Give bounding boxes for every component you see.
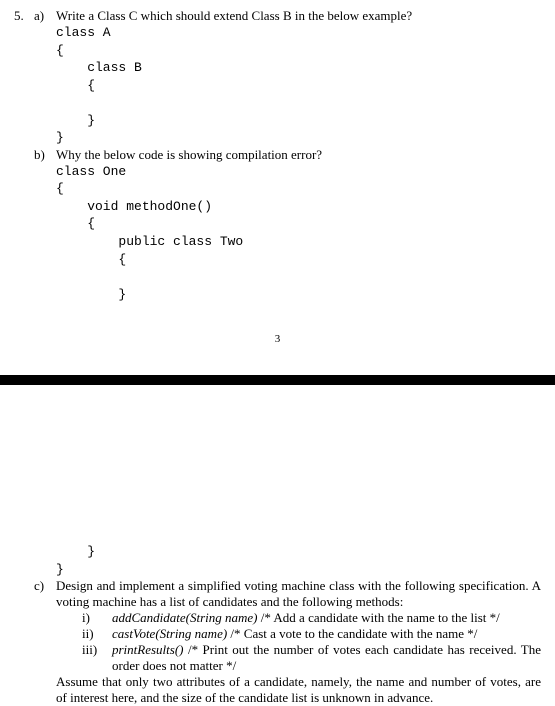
comment-ii: /* Cast a vote to the candidate with the… [227,626,477,641]
part-a-text: Write a Class C which should extend Clas… [56,8,541,24]
sub-content-iii: printResults() /* Print out the number o… [112,642,541,674]
part-b-letter: b) [34,147,56,163]
part-b-code-bottom: } } [56,543,541,578]
sub-item-iii: iii) printResults() /* Print out the num… [82,642,541,674]
page-divider-bar [0,375,555,385]
part-c-text: Design and implement a simplified voting… [56,578,541,706]
part-c-letter: c) [34,578,56,594]
sub-item-ii: ii) castVote(String name) /* Cast a vote… [82,626,541,642]
part-a-code: class A { class B { } } [56,24,541,147]
question-number: 5. [14,8,34,24]
method-i: addCandidate(String name) [112,610,258,625]
sub-content-i: addCandidate(String name) /* Add a candi… [112,610,500,626]
sub-item-i: i) addCandidate(String name) /* Add a ca… [82,610,541,626]
sub-marker-ii: ii) [82,626,112,642]
comment-i: /* Add a candidate with the name to the … [258,610,500,625]
method-iii: printResults() [112,642,184,657]
part-b-code-top: class One { void methodOne() { public cl… [56,163,541,303]
question-5b-row: b) Why the below code is showing compila… [14,147,541,163]
assumption-text: Assume that only two attributes of a can… [56,674,541,706]
method-ii: castVote(String name) [112,626,227,641]
part-b-text: Why the below code is showing compilatio… [56,147,541,163]
page-number: 3 [0,333,555,345]
question-5a-row: 5. a) Write a Class C which should exten… [14,8,541,24]
sub-marker-iii: iii) [82,642,112,674]
sub-content-ii: castVote(String name) /* Cast a vote to … [112,626,477,642]
part-c-text-content: Design and implement a simplified voting… [56,578,541,609]
question-5c-row: c) Design and implement a simplified vot… [14,578,541,706]
part-a-letter: a) [34,8,56,24]
sub-marker-i: i) [82,610,112,626]
